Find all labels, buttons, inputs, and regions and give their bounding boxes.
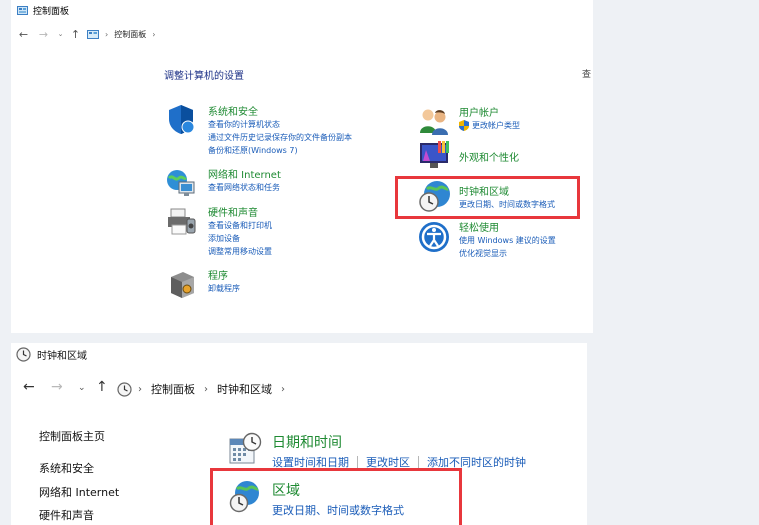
category-hardware: 硬件和声音 查看设备和打印机 添加设备 调整常用移动设置	[208, 204, 272, 258]
chevron-right-icon: ›	[281, 383, 285, 395]
uac-shield-icon	[459, 120, 469, 131]
breadcrumb-item[interactable]: 控制面板	[114, 29, 146, 40]
breadcrumb-item[interactable]: 控制面板	[151, 381, 195, 397]
sidebar-item-system-security[interactable]: 系统和安全	[39, 460, 94, 476]
highlight-box-clock-region	[395, 176, 580, 219]
address-bar: ← → ⌄ ↑ › 控制面板 › 时钟和区域 ›	[11, 378, 587, 400]
category-system-security: 系统和安全 查看你的计算机状态 通过文件历史记录保存你的文件备份副本 备份和还原…	[208, 103, 352, 157]
chevron-right-icon: ›	[152, 29, 156, 39]
view-by-label[interactable]: 查	[582, 67, 591, 80]
category-title[interactable]: 硬件和声音	[208, 204, 272, 219]
ease-of-access-icon[interactable]	[418, 221, 450, 253]
category-title[interactable]: 程序	[208, 267, 240, 282]
programs-box-icon[interactable]	[167, 267, 197, 299]
control-panel-icon	[17, 5, 28, 15]
category-appearance: 外观和个性化	[459, 149, 519, 164]
up-arrow-icon[interactable]: ↑	[69, 28, 82, 41]
window-title: 时钟和区域	[37, 350, 87, 362]
back-arrow-icon[interactable]: ←	[23, 379, 35, 395]
category-link[interactable]: 更改帐户类型	[472, 119, 520, 132]
category-link[interactable]: 优化视觉显示	[459, 247, 556, 260]
back-arrow-icon[interactable]: ←	[17, 28, 30, 41]
category-title[interactable]: 用户帐户	[459, 104, 520, 119]
sidebar-item-network[interactable]: 网络和 Internet	[39, 484, 119, 500]
page-heading: 调整计算机的设置	[164, 71, 244, 82]
title-bar: 时钟和区域	[11, 343, 87, 365]
category-title[interactable]: 外观和个性化	[459, 149, 519, 164]
category-title[interactable]: 系统和安全	[208, 103, 352, 118]
link-divider	[418, 456, 419, 468]
category-link[interactable]: 通过文件历史记录保存你的文件备份副本	[208, 131, 352, 144]
sidebar-item-hardware[interactable]: 硬件和声音	[39, 507, 94, 523]
category-link[interactable]: 添加设备	[208, 232, 272, 245]
category-ease-access: 轻松使用 使用 Windows 建议的设置 优化视觉显示	[459, 219, 556, 260]
category-link-row[interactable]: 更改帐户类型	[459, 119, 520, 132]
users-icon[interactable]	[418, 106, 450, 136]
section-title-datetime[interactable]: 日期和时间	[272, 432, 342, 452]
link-divider	[357, 456, 358, 468]
clock-icon	[16, 346, 31, 362]
forward-arrow-icon[interactable]: →	[51, 379, 63, 395]
category-programs: 程序 卸载程序	[208, 267, 240, 295]
sidebar-item-home[interactable]: 控制面板主页	[39, 428, 105, 444]
chevron-right-icon: ›	[138, 383, 142, 395]
control-panel-window: 控制面板 ← → ⌄ ↑ › 控制面板 › 调整计算机的设置 查 系统和安全 查…	[11, 0, 593, 333]
category-link[interactable]: 查看你的计算机状态	[208, 118, 352, 131]
category-users: 用户帐户 更改帐户类型	[459, 104, 520, 132]
calendar-clock-icon[interactable]	[228, 432, 262, 466]
printer-icon[interactable]	[165, 205, 197, 237]
stage: 控制面板 ← → ⌄ ↑ › 控制面板 › 调整计算机的设置 查 系统和安全 查…	[0, 0, 759, 525]
category-link[interactable]: 使用 Windows 建议的设置	[459, 234, 556, 247]
chevron-right-icon: ›	[204, 383, 208, 395]
category-link[interactable]: 卸载程序	[208, 282, 240, 295]
highlight-box-region	[210, 468, 462, 525]
forward-arrow-icon[interactable]: →	[37, 28, 50, 41]
category-title[interactable]: 轻松使用	[459, 219, 556, 234]
up-arrow-icon[interactable]: ↑	[96, 379, 108, 395]
breadcrumb[interactable]: › 控制面板 › 时钟和区域 ›	[117, 378, 294, 400]
control-panel-icon	[87, 29, 99, 39]
category-link[interactable]: 查看设备和打印机	[208, 219, 272, 232]
appearance-monitor-icon[interactable]	[418, 141, 452, 171]
title-bar: 控制面板	[11, 0, 593, 20]
window-title: 控制面板	[33, 6, 70, 17]
shield-icon[interactable]	[165, 103, 197, 135]
category-link[interactable]: 备份和还原(Windows 7)	[208, 144, 352, 157]
category-link[interactable]: 调整常用移动设置	[208, 245, 272, 258]
category-link[interactable]: 查看网络状态和任务	[208, 181, 281, 194]
recent-dropdown-icon[interactable]: ⌄	[54, 30, 67, 38]
address-bar: ← → ⌄ ↑ › 控制面板 ›	[11, 24, 593, 44]
breadcrumb[interactable]: › 控制面板 ›	[87, 24, 593, 44]
category-network: 网络和 Internet 查看网络状态和任务	[208, 166, 281, 194]
clock-icon	[117, 381, 132, 397]
recent-dropdown-icon[interactable]: ⌄	[78, 383, 86, 393]
breadcrumb-item[interactable]: 时钟和区域	[217, 381, 272, 397]
network-globe-icon[interactable]	[165, 166, 197, 198]
chevron-right-icon: ›	[105, 29, 109, 39]
category-title[interactable]: 网络和 Internet	[208, 166, 281, 181]
